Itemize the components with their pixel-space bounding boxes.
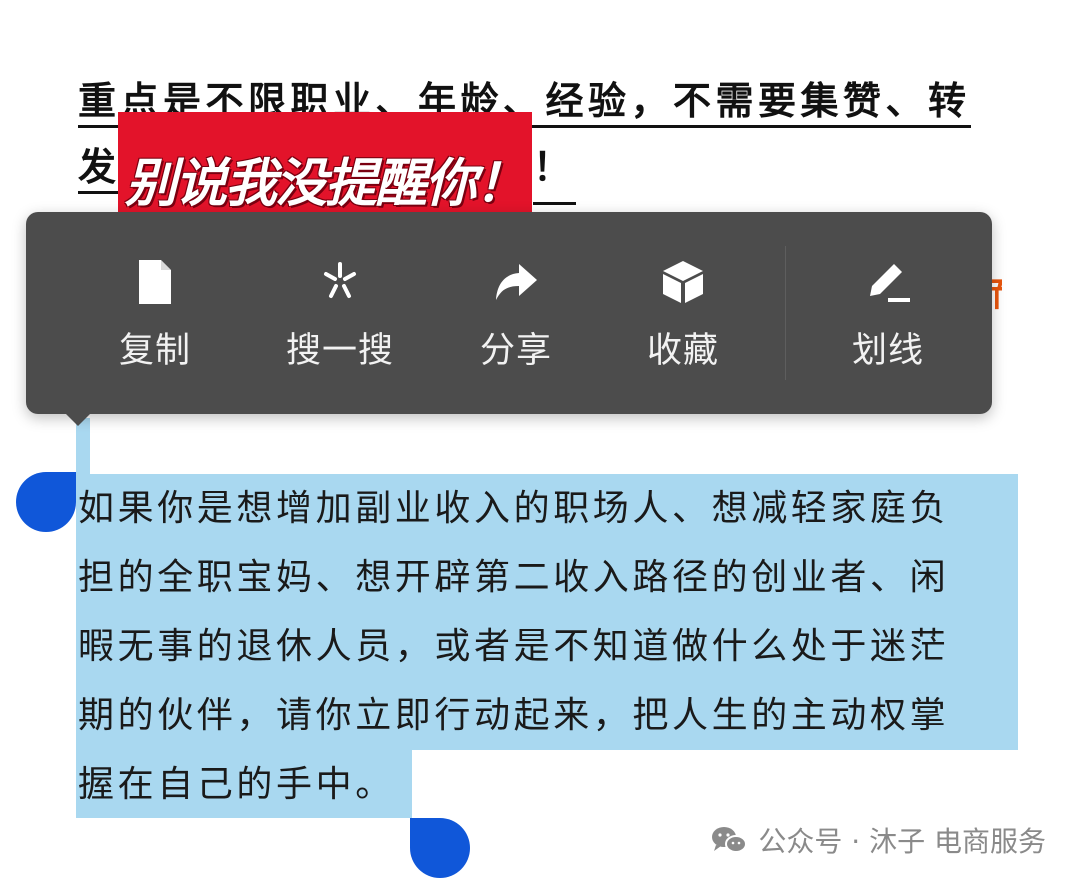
paragraph-line: 如果你是想增加副业收入的职场人、想减轻家庭负 [78, 488, 950, 529]
context-menu-pointer [64, 412, 92, 426]
cube-icon [659, 258, 707, 306]
paragraph-line: 暇无事的退休人员，或者是不知道做什么处于迷茫 [78, 626, 950, 667]
selection-start-handle[interactable] [16, 472, 76, 532]
watermark-text: 公众号 · 沐子 电商服务 [758, 825, 1046, 858]
paragraph-line: 握在自己的手中。 [78, 764, 395, 805]
selection-end-handle[interactable] [410, 818, 470, 878]
sticker-text: 别说我没提醒你！ [124, 153, 527, 214]
menu-item-label: 划线 [851, 331, 924, 371]
menu-item-copy[interactable]: 复制 [88, 212, 222, 414]
menu-item-label: 收藏 [646, 331, 719, 371]
top-paragraph-line-2-end: ！ [533, 134, 576, 205]
pen-underline-icon [864, 258, 912, 306]
document-icon [131, 258, 179, 306]
menu-item-underline[interactable]: 划线 [840, 212, 936, 414]
watermark: 公众号 · 沐子 电商服务 [710, 820, 1046, 860]
menu-item-label: 搜一搜 [285, 331, 394, 371]
menu-item-search[interactable]: 搜一搜 [274, 212, 406, 414]
menu-item-label: 分享 [479, 331, 552, 371]
menu-item-label: 复制 [118, 331, 191, 371]
text-selection-context-menu: 复制 搜一搜 分享 收藏 划线 [26, 212, 992, 414]
menu-divider [785, 246, 786, 380]
search-sparkle-icon [316, 258, 364, 306]
paragraph-line: 期的伙伴，请你立即行动起来，把人生的主动权掌 [78, 695, 950, 736]
menu-item-share[interactable]: 分享 [456, 212, 576, 414]
top-paragraph-line-2-start: 发 [78, 145, 121, 194]
share-arrow-icon [492, 258, 540, 306]
wechat-icon [710, 825, 748, 855]
selection-highlight-bar [76, 418, 90, 474]
selected-paragraph[interactable]: 如果你是想增加副业收入的职场人、想减轻家庭负 担的全职宝妈、想开辟第二收入路径的… [78, 474, 1018, 819]
menu-item-favorite[interactable]: 收藏 [638, 212, 728, 414]
paragraph-line: 担的全职宝妈、想开辟第二收入路径的创业者、闲 [78, 557, 950, 598]
